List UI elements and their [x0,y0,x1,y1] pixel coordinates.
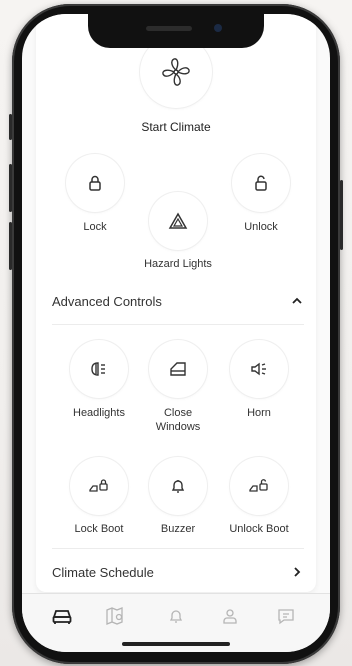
buzzer-button[interactable] [149,457,207,515]
map-icon [106,607,123,625]
fan-icon [162,58,190,86]
tab-vehicle[interactable] [50,604,74,628]
close-windows-button[interactable] [149,340,207,398]
buzzer-label: Buzzer [160,523,196,535]
window-icon [170,362,186,376]
lock-button[interactable] [66,154,124,212]
account-icon [223,609,237,624]
hazard-icon [168,212,188,229]
mute-switch [9,114,12,140]
chevron-up-icon [292,297,302,304]
speaker [146,26,192,31]
close-windows-label: Close Windows [155,407,201,433]
unlock-boot-icon [249,479,268,492]
unlock-boot-label: Unlock Boot [229,523,289,535]
messages-icon [278,609,294,625]
volume-up-button [9,164,12,212]
phone-screen: Start Climate Lock Unlock Hazard Lights [22,14,330,652]
divider [52,548,304,549]
divider [52,324,304,325]
tab-map[interactable] [103,604,127,628]
lock-icon [89,175,101,191]
remote-controls-card: Start Climate Lock Unlock Hazard Lights [36,14,316,592]
home-indicator [122,642,230,646]
horn-label: Horn [247,407,271,419]
volume-down-button [9,222,12,270]
bottom-tab-bar [22,593,330,652]
hazard-lights-label: Hazard Lights [144,258,212,270]
front-camera [214,24,222,32]
horn-icon [251,362,266,376]
unlock-button[interactable] [232,154,290,212]
advanced-controls-header[interactable]: Advanced Controls [52,286,304,316]
advanced-controls-title: Advanced Controls [52,293,162,309]
notch [88,14,264,48]
car-icon [52,610,72,624]
chevron-right-icon [294,567,301,577]
unlock-label: Unlock [244,221,278,233]
power-button [340,180,343,250]
lock-boot-label: Lock Boot [74,523,124,535]
headlights-button[interactable] [70,340,128,398]
climate-schedule-row[interactable]: Climate Schedule [52,557,304,587]
unlock-icon [255,175,267,191]
climate-schedule-label: Climate Schedule [52,564,154,580]
hazard-lights-button[interactable] [149,192,207,250]
tab-notifications[interactable] [164,604,188,628]
horn-button[interactable] [230,340,288,398]
unlock-boot-button[interactable] [230,457,288,515]
lock-boot-icon [89,479,108,492]
start-climate-label: Start Climate [141,120,211,134]
tab-messages[interactable] [274,604,298,628]
tab-account[interactable] [218,604,242,628]
headlights-icon [91,362,105,376]
lock-label: Lock [83,221,107,233]
headlights-label: Headlights [73,407,125,419]
notifications-icon [169,610,183,623]
bell-icon [171,480,185,493]
lock-boot-button[interactable] [70,457,128,515]
